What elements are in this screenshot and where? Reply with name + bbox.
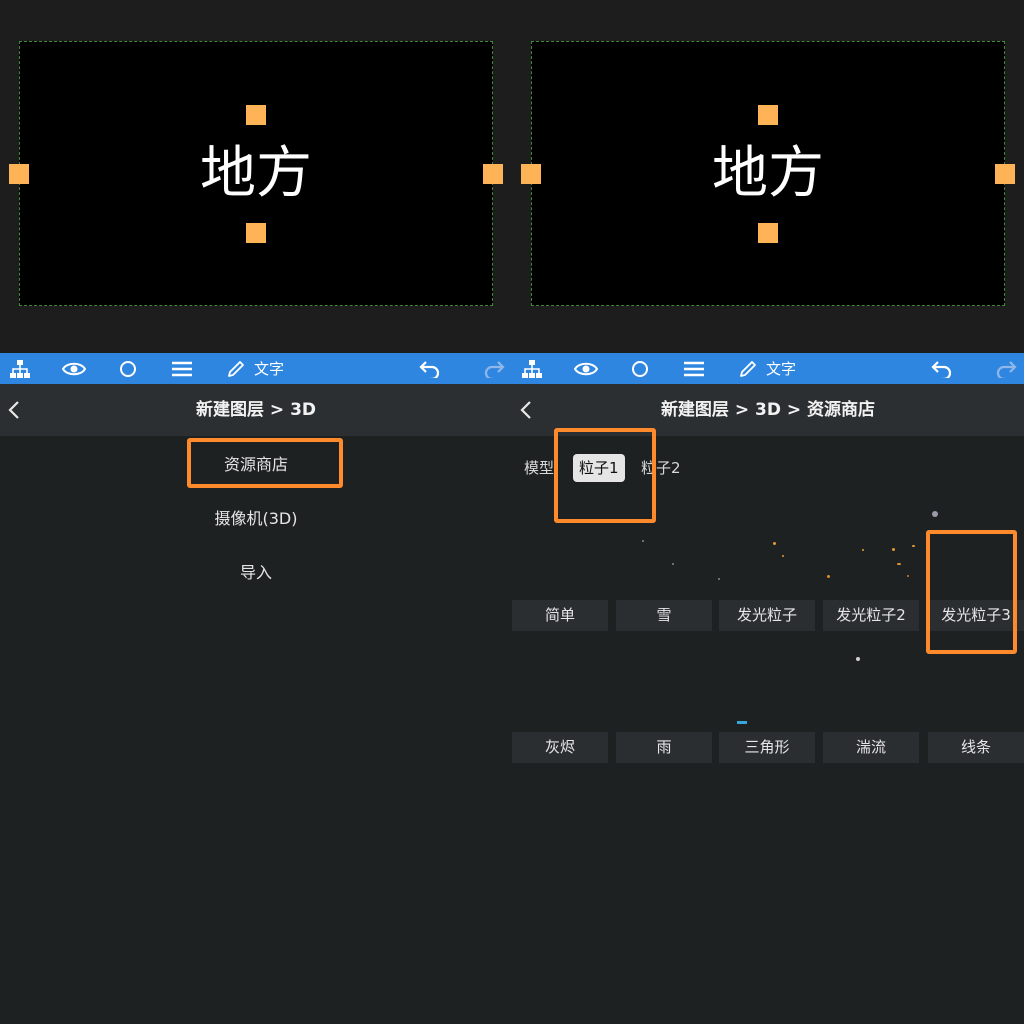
text-tool-label: 文字 (254, 360, 285, 378)
redo-icon[interactable] (482, 353, 506, 384)
preset-rain[interactable]: 雨 (616, 732, 712, 763)
handle-bottom[interactable] (246, 223, 266, 243)
canvas-text[interactable]: 地方 (532, 138, 1004, 210)
menu-item-import[interactable]: 导入 (0, 558, 512, 588)
handle-right[interactable] (483, 164, 503, 184)
text-tool[interactable]: 文字 (738, 353, 796, 384)
handle-left[interactable] (521, 164, 541, 184)
handle-bottom[interactable] (758, 223, 778, 243)
circle-icon[interactable] (628, 353, 652, 384)
handle-right[interactable] (995, 164, 1015, 184)
pencil-icon (740, 360, 756, 377)
pencil-icon (228, 360, 244, 377)
handle-left[interactable] (9, 164, 29, 184)
preset-lines[interactable]: 线条 (928, 732, 1024, 763)
toolbar: 文字 (512, 353, 1024, 384)
preset-turbulence[interactable]: 湍流 (823, 732, 919, 763)
preset-glow-particle[interactable]: 发光粒子 (719, 600, 815, 631)
highlight-box-preset (926, 530, 1017, 654)
preview-area: 地方 (512, 0, 1024, 353)
undo-icon[interactable] (930, 353, 954, 384)
toolbar: 文字 (0, 353, 512, 384)
eye-icon[interactable] (572, 353, 600, 384)
highlight-box (187, 438, 343, 488)
preset-triangle[interactable]: 三角形 (719, 732, 815, 763)
text-tool-label: 文字 (766, 360, 797, 378)
nav-title: 新建图层 > 3D (195, 400, 317, 420)
hierarchy-icon[interactable] (6, 353, 34, 384)
menu-icon[interactable] (682, 353, 706, 384)
handle-top[interactable] (758, 105, 778, 125)
highlight-box-tab (554, 428, 656, 523)
left-pane: 地方 文字 新建图层 > 3D 资源商店 摄像机(3D) 导入 (0, 0, 512, 1024)
undo-icon[interactable] (418, 353, 442, 384)
preset-ash[interactable]: 灰烬 (512, 732, 608, 763)
canvas[interactable]: 地方 (19, 41, 493, 306)
eye-icon[interactable] (60, 353, 88, 384)
preset-glow-particle-2[interactable]: 发光粒子2 (823, 600, 919, 631)
navbar: 新建图层 > 3D (0, 384, 512, 436)
menu-item-camera-3d[interactable]: 摄像机(3D) (0, 504, 512, 534)
preset-simple[interactable]: 简单 (512, 600, 608, 631)
menu-icon[interactable] (170, 353, 194, 384)
hierarchy-icon[interactable] (518, 353, 546, 384)
canvas[interactable]: 地方 (531, 41, 1005, 306)
handle-top[interactable] (246, 105, 266, 125)
preset-snow[interactable]: 雪 (616, 600, 712, 631)
canvas-text[interactable]: 地方 (20, 138, 492, 210)
redo-icon[interactable] (994, 353, 1018, 384)
text-tool[interactable]: 文字 (226, 353, 284, 384)
tab-model[interactable]: 模型 (524, 454, 554, 482)
preview-area: 地方 (0, 0, 512, 353)
circle-icon[interactable] (116, 353, 140, 384)
right-pane: 地方 文字 新建图层 > 3D > 资源商店 模型 粒子1 粒子2 ? 简单 雪… (512, 0, 1024, 1024)
